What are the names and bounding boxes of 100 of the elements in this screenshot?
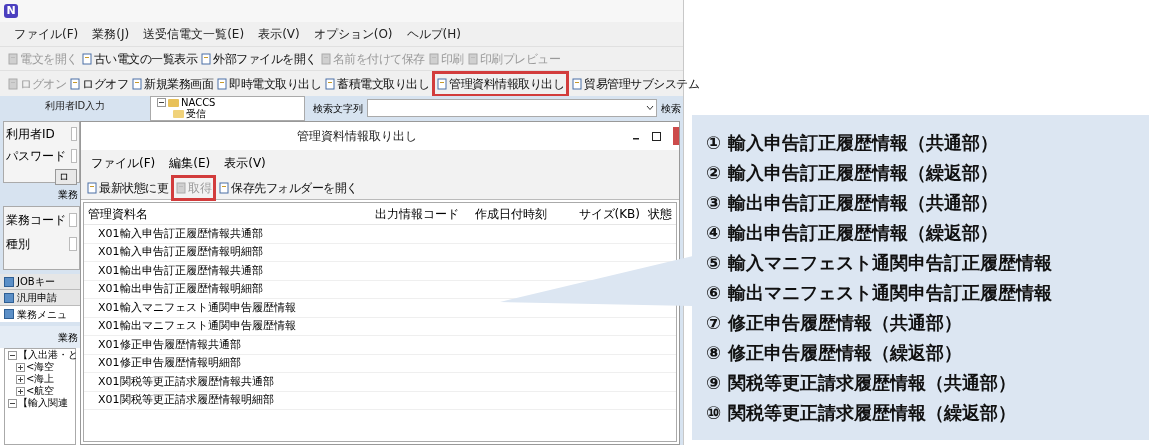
- menu-item[interactable]: 表示(V): [258, 25, 300, 43]
- callout-text: ⑦ 修正申告履歴情報（共通部）: [706, 310, 963, 335]
- menu-item[interactable]: 業務(J): [92, 25, 130, 43]
- document-icon: [201, 52, 212, 65]
- menu-item[interactable]: 編集(E): [169, 154, 211, 172]
- document-icon: [87, 181, 98, 194]
- field-label: 利用者ID: [6, 126, 56, 143]
- menu-item[interactable]: ファイル(F): [91, 154, 156, 172]
- menu-item[interactable]: ヘルプ(H): [406, 25, 461, 43]
- toolbar-button[interactable]: 古い電文の一覧表示: [79, 48, 199, 69]
- document-icon: [428, 52, 440, 65]
- document-icon: [219, 181, 230, 194]
- document-icon: [325, 77, 336, 90]
- folder-icon: [168, 98, 179, 107]
- collapse-icon[interactable]: [8, 398, 17, 408]
- menu-item[interactable]: ファイル(F): [14, 25, 79, 43]
- column-header[interactable]: 状態: [644, 204, 676, 223]
- document-icon: [8, 52, 19, 65]
- field-label: パスワード: [6, 148, 67, 165]
- toolbar-button[interactable]: 蓄積電文取り出し: [323, 73, 431, 94]
- tab-icon: [4, 309, 14, 319]
- column-header[interactable]: 管理資料名: [84, 204, 372, 223]
- tree-item[interactable]: 受信: [186, 108, 206, 119]
- tab[interactable]: JOBキー: [0, 274, 80, 290]
- column-header[interactable]: 出力情報コード: [371, 204, 471, 223]
- search-button[interactable]: 検索: [661, 100, 681, 116]
- callout-text: ⑤ 輸入マニフェスト通関申告訂正履歴情報: [706, 250, 1053, 275]
- document-icon: [176, 181, 187, 194]
- document-icon: [81, 52, 93, 65]
- dialog-title: 管理資料情報取り出し: [295, 128, 418, 145]
- input-field[interactable]: [69, 237, 77, 251]
- menu-item[interactable]: 表示(V): [224, 154, 266, 172]
- table-cell-text: X01修正申告履歴情報明細部: [97, 355, 242, 371]
- column-header[interactable]: 作成日付時刻: [470, 204, 570, 223]
- expand-icon[interactable]: [16, 386, 25, 396]
- maximize-icon[interactable]: [652, 131, 661, 141]
- callout-text: ① 輸入申告訂正履歴情報（共通部）: [706, 130, 999, 155]
- table-cell-text: X01修正申告履歴情報共通部: [97, 336, 242, 353]
- tree-item[interactable]: 【入出港・と: [18, 349, 78, 361]
- toolbar-button[interactable]: 貿易管理サブシステム: [570, 73, 701, 94]
- chevron-down-icon: [646, 105, 654, 111]
- tab-icon: [4, 292, 14, 303]
- document-icon: [217, 77, 228, 90]
- tree-item[interactable]: <海上: [26, 373, 55, 385]
- toolbar-button[interactable]: ログオフ: [68, 73, 130, 94]
- tree-item[interactable]: 【輸入関連: [18, 397, 68, 409]
- expand-icon[interactable]: [16, 362, 25, 372]
- document-icon: [70, 77, 81, 90]
- toolbar-button[interactable]: 管理資料情報取り出し: [435, 73, 566, 94]
- toolbar-button[interactable]: 新規業務画面: [130, 73, 215, 94]
- document-icon: [320, 52, 332, 65]
- menu-item[interactable]: オプション(O): [313, 25, 393, 43]
- table-cell-text: X01輸入申告訂正履歴情報明細部: [97, 244, 264, 260]
- menu-item[interactable]: 送受信電文一覧(E): [143, 25, 245, 43]
- table-cell-text: X01輸出申告訂正履歴情報共通部: [97, 262, 264, 279]
- input-field[interactable]: [69, 213, 77, 227]
- callout-text: ④ 輸出申告訂正履歴情報（繰返部）: [706, 220, 999, 245]
- document-icon: [437, 77, 448, 90]
- tab-icon: [4, 276, 14, 287]
- folder-icon: [173, 109, 184, 118]
- collapse-icon[interactable]: [157, 98, 166, 107]
- panel-header: 利用者ID入力: [44, 99, 106, 113]
- callout-text: ③ 輸出申告訂正履歴情報（共通部）: [706, 190, 999, 215]
- field-label: 種別: [6, 236, 31, 253]
- toolbar-button[interactable]: 外部ファイルを開く: [199, 48, 319, 69]
- table-cell-text: X01輸出申告訂正履歴情報明細部: [97, 281, 264, 297]
- tab[interactable]: 汎用申請: [0, 290, 80, 306]
- table-cell-text: X01関税等更正請求履歴情報共通部: [97, 373, 275, 390]
- callout-text: ⑨ 関税等更正請求履歴情報（共通部）: [706, 370, 1017, 395]
- app-logo: N: [4, 4, 18, 18]
- tree-item[interactable]: NACCS: [181, 97, 216, 108]
- toolbar-button[interactable]: 保存先フォルダーを開く: [217, 177, 360, 198]
- tree-item[interactable]: <海空: [26, 361, 55, 373]
- toolbar-button[interactable]: 最新状態に更: [85, 177, 170, 198]
- column-header[interactable]: サイズ(KB): [569, 204, 644, 223]
- toolbar-button[interactable]: 即時電文取り出し: [215, 73, 323, 94]
- login-button[interactable]: ロ: [55, 169, 77, 185]
- tree-item[interactable]: <航空: [26, 385, 55, 397]
- collapse-icon[interactable]: [8, 350, 17, 360]
- document-icon: [572, 77, 583, 90]
- table-cell-text: X01関税等更正請求履歴情報明細部: [97, 392, 275, 408]
- callout-text: ② 輸入申告訂正履歴情報（繰返部）: [706, 160, 999, 185]
- search-label: 検索文字列: [313, 101, 363, 116]
- input-field[interactable]: [71, 149, 77, 163]
- panel-header: 業務: [58, 188, 78, 202]
- document-icon: [8, 77, 19, 90]
- table-cell-text: X01輸入申告訂正履歴情報共通部: [97, 225, 264, 242]
- search-field[interactable]: [367, 99, 657, 117]
- expand-icon[interactable]: [16, 374, 25, 384]
- document-icon: [132, 77, 143, 90]
- tab[interactable]: 業務メニュ: [0, 306, 80, 322]
- table-cell-text: X01輸入マニフェスト通関申告履歴情報: [97, 299, 297, 316]
- input-field[interactable]: [71, 127, 77, 141]
- document-icon: [467, 52, 479, 65]
- callout-text: ⑥ 輸出マニフェスト通関申告訂正履歴情報: [706, 280, 1053, 305]
- table-cell-text: X01輸出マニフェスト通関申告履歴情報: [97, 318, 297, 334]
- callout-text: ⑩ 関税等更正請求履歴情報（繰返部）: [706, 400, 1017, 425]
- callout-text: ⑧ 修正申告履歴情報（繰返部）: [706, 340, 963, 365]
- panel-header: 業務: [58, 330, 78, 345]
- field-label: 業務コード: [6, 212, 67, 229]
